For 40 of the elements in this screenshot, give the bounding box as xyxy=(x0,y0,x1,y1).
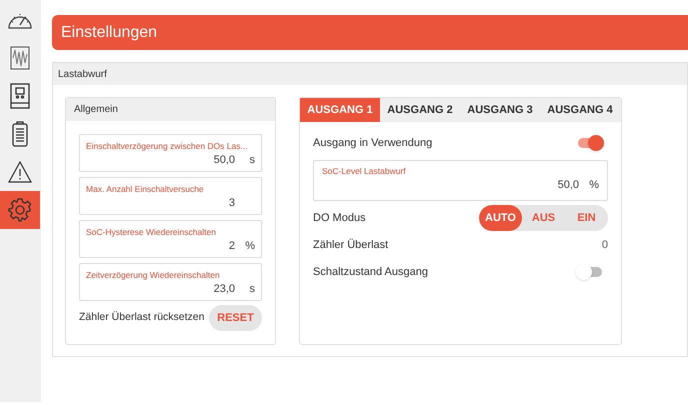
unit-label: s xyxy=(248,282,255,296)
input-field[interactable]: SoC-Level Lastabwurf 50,0 % xyxy=(313,160,608,201)
field-value: 50,0 xyxy=(214,153,235,167)
input-field[interactable]: Einschaltverzögerung zwischen DOs Las... 50,0 s xyxy=(79,134,262,172)
input-field[interactable]: SoC-Hysterese Wiedereinschalten 2 % xyxy=(79,220,262,258)
toggle-switch[interactable] xyxy=(578,135,602,151)
unit-label: s xyxy=(248,153,255,167)
field-value: 2 xyxy=(228,239,235,253)
setting-label: Ausgang in Verwendung xyxy=(313,136,432,151)
field-value: 3 xyxy=(228,196,235,210)
input-field[interactable]: Max. Anzahl Einschaltversuche 3 xyxy=(79,177,262,215)
section-title: Lastabwurf xyxy=(58,68,107,82)
setting-label: DO Modus xyxy=(313,210,366,226)
field-label: Max. Anzahl Einschaltversuche xyxy=(86,183,204,195)
field-label: Zeitverzögerung Wiedereinschalten xyxy=(86,269,220,281)
field-value: 23,0 xyxy=(214,282,235,296)
field-value: 50,0 xyxy=(558,178,579,192)
page-title: Einstellungen xyxy=(61,22,158,42)
field-label: SoC-Level Lastabwurf xyxy=(322,165,406,177)
unit-label: % xyxy=(589,178,599,192)
field-label: Einschaltverzögerung zwischen DOs Las... xyxy=(86,140,248,152)
panel-title: Allgemein xyxy=(74,103,118,117)
reset-label: Zähler Überlast rücksetzen xyxy=(79,310,204,326)
counter-value: 0 xyxy=(602,238,608,253)
output-tab[interactable]: AUSGANG 1 xyxy=(300,98,380,122)
input-field[interactable]: Zeitverzögerung Wiedereinschalten 23,0 s xyxy=(79,263,262,301)
battery-icon xyxy=(12,121,28,147)
unit-label: % xyxy=(245,239,255,253)
mode-option[interactable]: AUTO xyxy=(479,205,522,231)
field-label: SoC-Hysterese Wiedereinschalten xyxy=(86,226,216,238)
output-tab[interactable]: AUSGANG 2 xyxy=(380,98,460,122)
chart-icon xyxy=(10,46,30,70)
output-tab[interactable]: AUSGANG 3 xyxy=(460,98,540,122)
output-tab[interactable]: AUSGANG 4 xyxy=(540,98,620,122)
setting-label: Zähler Überlast xyxy=(313,238,388,253)
settings-icon xyxy=(8,198,32,222)
toggle-switch[interactable] xyxy=(578,264,602,280)
warning-icon xyxy=(8,161,32,183)
setting-label: Schaltzustand Ausgang xyxy=(313,264,428,280)
device-icon xyxy=(10,83,30,109)
